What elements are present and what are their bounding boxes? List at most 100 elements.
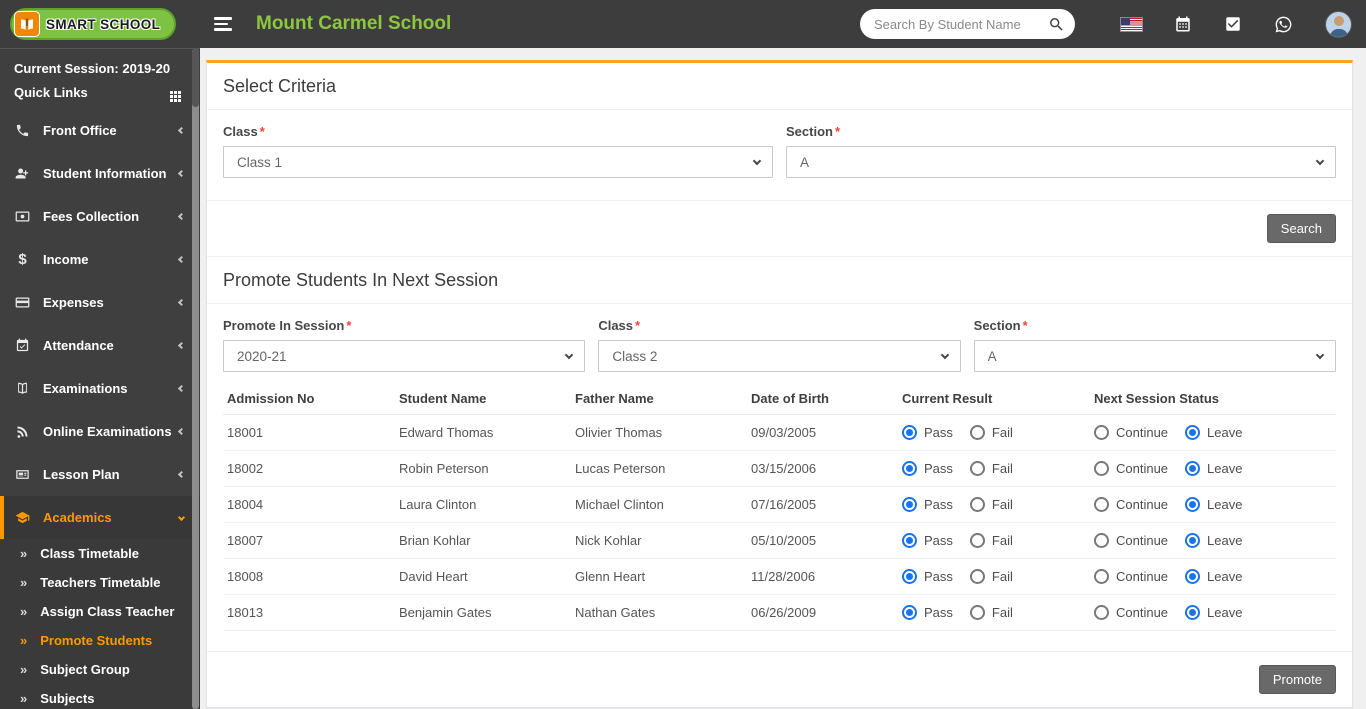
sidebar-item-expenses[interactable]: Expenses — [0, 281, 200, 324]
table-row: 18004 Laura Clinton Michael Clinton 07/1… — [223, 486, 1336, 523]
promote-students-card: Select Criteria Class * Class 1 Section * … — [206, 60, 1353, 708]
sidebar-item-examinations[interactable]: Examinations — [0, 367, 200, 410]
fail-radio-label: Fail — [991, 425, 1013, 440]
sidebar-item-fees-collection[interactable]: Fees Collection — [0, 195, 200, 238]
submenu-item-label: Subject Group — [40, 662, 130, 677]
chevron-left-icon — [177, 384, 186, 393]
class-select[interactable]: Class 1 — [223, 146, 773, 178]
admission-no-cell: 18013 — [223, 594, 395, 631]
submenu-item-label: Promote Students — [40, 633, 153, 648]
sidebar-item-attendance[interactable]: Attendance — [0, 324, 200, 367]
sidebar-item-online-examinations[interactable]: Online Examinations — [0, 410, 200, 453]
submenu-item-teachers-timetable[interactable]: » Teachers Timetable — [0, 568, 200, 597]
todo-check-icon[interactable] — [1224, 15, 1242, 33]
class-label: Class * — [223, 124, 265, 139]
submenu-item-label: Subjects — [40, 691, 95, 706]
continue-radio[interactable] — [1094, 605, 1109, 620]
continue-radio-label: Continue — [1116, 461, 1169, 476]
hamburger-menu-icon[interactable] — [214, 17, 232, 31]
pass-radio[interactable] — [902, 605, 917, 620]
chevron-down-icon — [940, 350, 949, 359]
section-select[interactable]: A — [786, 146, 1336, 178]
father-name-cell: Glenn Heart — [571, 558, 747, 595]
leave-radio[interactable] — [1185, 605, 1201, 620]
pass-radio-label: Pass — [924, 533, 953, 548]
promote-session-select[interactable]: 2020-21 — [223, 340, 586, 372]
pass-radio[interactable] — [902, 569, 917, 584]
continue-radio[interactable] — [1094, 569, 1109, 584]
logo-text: SMART SCHOOL — [46, 16, 161, 32]
continue-radio[interactable] — [1094, 461, 1109, 476]
chevron-down-icon — [1315, 156, 1325, 165]
promote-class-select[interactable]: Class 2 — [598, 340, 961, 372]
examinations-icon — [14, 380, 31, 397]
fail-radio[interactable] — [969, 605, 985, 620]
leave-radio[interactable] — [1185, 497, 1201, 512]
user-avatar[interactable] — [1325, 10, 1352, 38]
continue-radio[interactable] — [1094, 497, 1109, 512]
whatsapp-icon[interactable] — [1274, 15, 1293, 34]
fail-radio[interactable] — [969, 533, 985, 548]
fees-collection-icon — [14, 208, 31, 225]
submenu-item-class-timetable[interactable]: » Class Timetable — [0, 539, 200, 568]
grid-icon — [170, 91, 173, 94]
fail-radio[interactable] — [969, 425, 985, 440]
pass-radio[interactable] — [902, 497, 917, 512]
app-logo[interactable]: SMART SCHOOL — [0, 0, 200, 48]
language-flag-icon[interactable] — [1121, 17, 1142, 31]
dob-cell: 05/10/2005 — [747, 522, 898, 559]
pass-radio[interactable] — [902, 461, 917, 476]
sidebar-item-academics[interactable]: Academics — [0, 496, 200, 539]
student-name-cell: Benjamin Gates — [395, 594, 571, 631]
promote-session-value: 2020-21 — [237, 348, 287, 364]
continue-radio-label: Continue — [1116, 425, 1169, 440]
leave-radio[interactable] — [1185, 425, 1201, 440]
col-date-of-birth: Date of Birth — [747, 382, 898, 415]
continue-radio[interactable] — [1094, 425, 1109, 440]
sidebar-item-income[interactable]: $ Income — [0, 238, 200, 281]
leave-radio[interactable] — [1185, 569, 1201, 584]
chevron-left-icon — [177, 169, 186, 178]
sidebar-item-label: Fees Collection — [43, 209, 140, 224]
search-button[interactable]: Search — [1266, 214, 1336, 243]
table-row: 18007 Brian Kohlar Nick Kohlar 05/10/200… — [223, 522, 1336, 559]
col-next-session-status: Next Session Status — [1090, 382, 1336, 415]
pass-radio[interactable] — [902, 425, 917, 440]
submenu-item-subject-group[interactable]: » Subject Group — [0, 655, 200, 684]
col-father-name: Father Name — [571, 382, 747, 415]
leave-radio-label: Leave — [1207, 461, 1243, 476]
chevron-left-icon — [177, 341, 186, 350]
sidebar-item-lesson-plan[interactable]: Lesson Plan — [0, 453, 200, 496]
fail-radio[interactable] — [969, 461, 985, 476]
father-name-cell: Lucas Peterson — [571, 450, 747, 487]
sidebar-item-student-information[interactable]: Student Information — [0, 152, 200, 195]
promote-button[interactable]: Promote — [1258, 665, 1336, 694]
chevron-left-icon — [177, 212, 186, 221]
sidebar-scrollbar[interactable] — [192, 49, 199, 709]
fail-radio[interactable] — [969, 497, 985, 512]
student-information-icon — [14, 165, 31, 182]
promote-section-select[interactable]: A — [973, 340, 1336, 372]
submenu-item-subjects[interactable]: » Subjects — [0, 684, 200, 709]
book-pen-icon — [14, 11, 40, 37]
promote-section-value: A — [987, 348, 997, 364]
sidebar-item-label: Front Office — [43, 123, 117, 138]
current-session-label: Current Session: 2019-20 — [14, 61, 171, 76]
sidebar-item-front-office[interactable]: Front Office — [0, 109, 200, 152]
leave-radio[interactable] — [1185, 461, 1201, 476]
pass-radio[interactable] — [902, 533, 917, 548]
fail-radio[interactable] — [969, 569, 985, 584]
search-input[interactable] — [874, 16, 1048, 32]
submenu-item-promote-students[interactable]: » Promote Students — [0, 626, 200, 655]
pass-radio-label: Pass — [924, 605, 953, 620]
main-content: Select Criteria Class * Class 1 Section * … — [200, 48, 1366, 709]
continue-radio[interactable] — [1094, 533, 1109, 548]
calendar-icon[interactable] — [1174, 15, 1192, 33]
submenu-item-assign-class-teacher[interactable]: » Assign Class Teacher — [0, 597, 200, 626]
double-arrow-icon: » — [20, 575, 28, 590]
quick-links[interactable]: Quick Links — [14, 85, 186, 100]
search-icon[interactable] — [1048, 16, 1065, 33]
chevron-down-icon — [177, 513, 186, 522]
class-select-value: Class 1 — [237, 154, 283, 170]
leave-radio[interactable] — [1185, 533, 1201, 548]
